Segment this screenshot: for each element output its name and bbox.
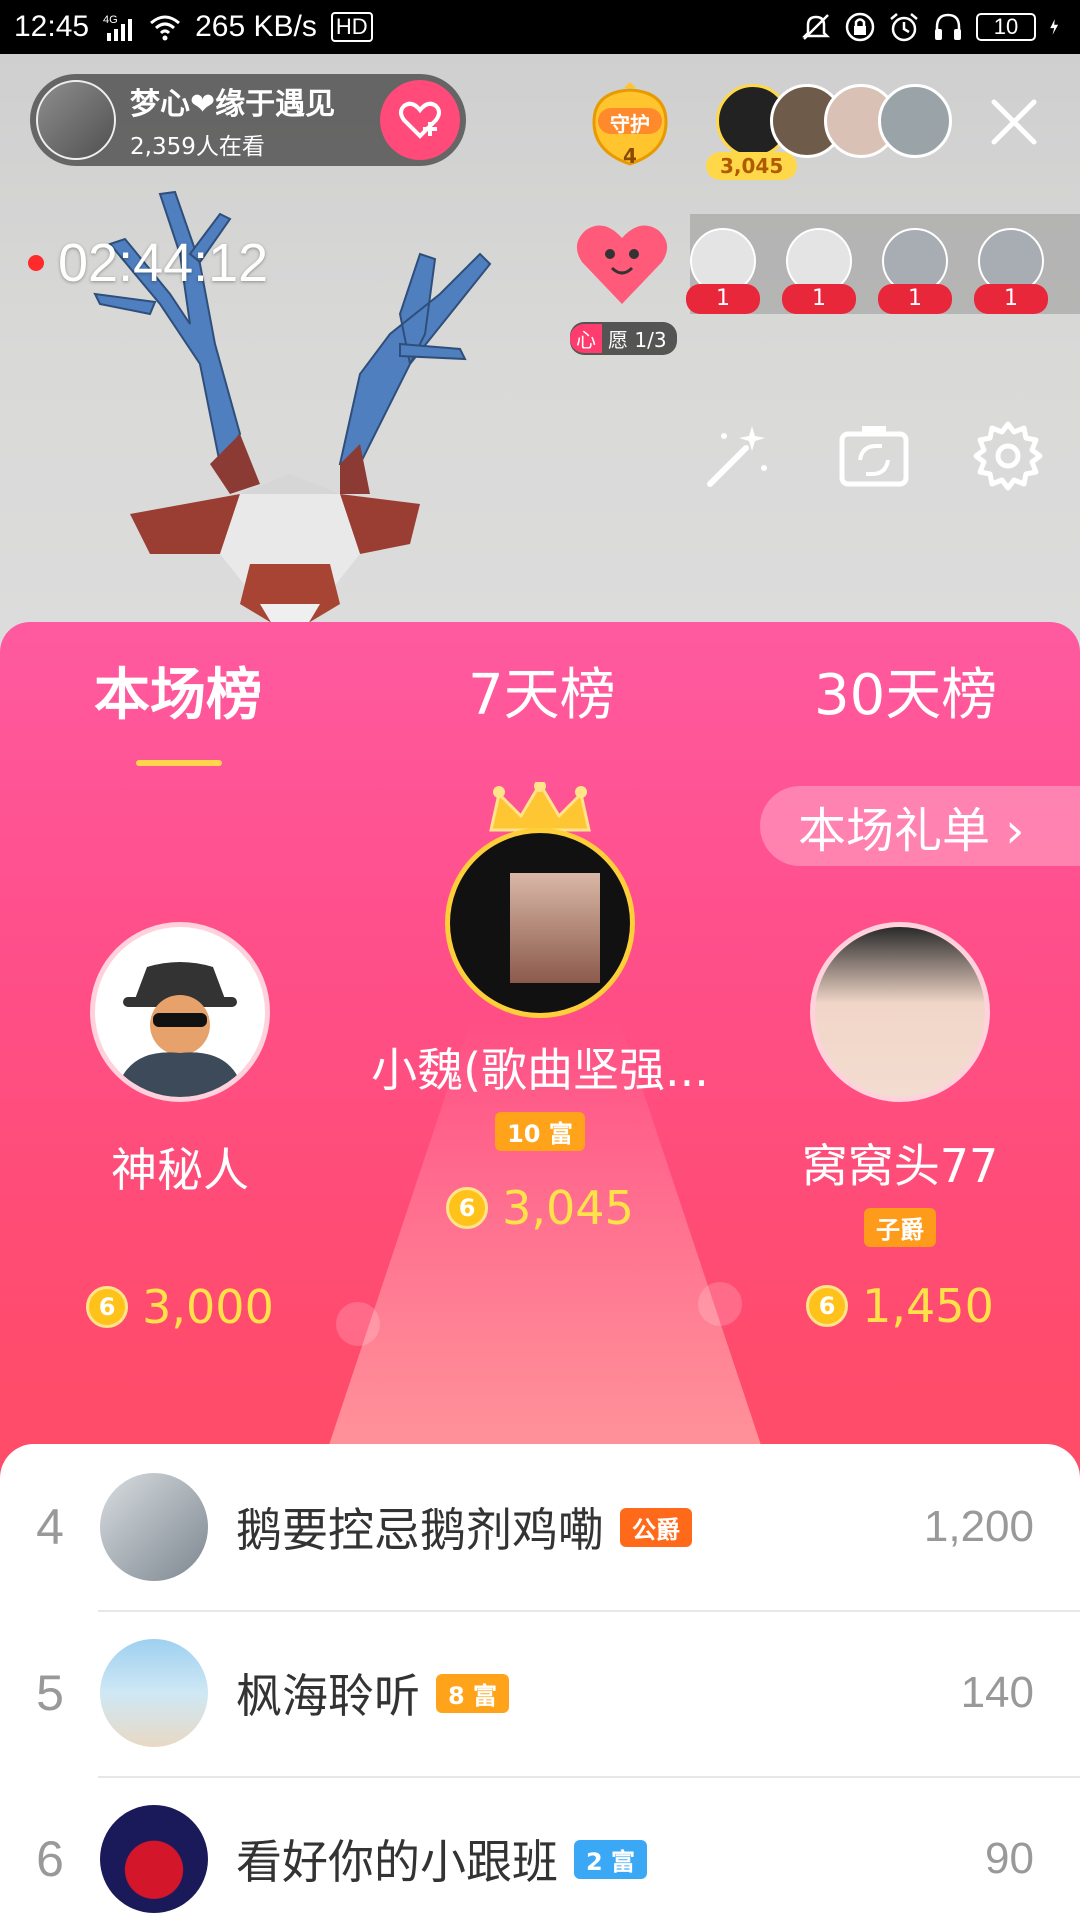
anchor-avatar[interactable] bbox=[36, 80, 116, 160]
third-place-rank-badge: 子爵 bbox=[864, 1208, 936, 1247]
third-place-score: 6 1,450 bbox=[760, 1279, 1040, 1333]
list-rank: 5 bbox=[36, 1665, 64, 1721]
follow-button[interactable] bbox=[380, 80, 460, 160]
live-room-screen: 12:45 4G 265 KB/s HD 10 梦心❤缘于遇见 2,359人在看… bbox=[0, 0, 1080, 1920]
second-place[interactable]: 神秘人 6 3,000 bbox=[40, 922, 320, 1334]
list-name: 枫海聆听 bbox=[236, 1669, 420, 1723]
guard-label: 守护 bbox=[610, 112, 650, 136]
flip-camera-icon[interactable] bbox=[836, 418, 912, 494]
list-name: 看好你的小跟班 bbox=[236, 1835, 558, 1889]
coin-icon: 6 bbox=[86, 1286, 129, 1328]
top-fan-score: 3,045 bbox=[706, 152, 798, 180]
lock-rotation-icon bbox=[845, 12, 875, 42]
list-avatar bbox=[100, 1805, 208, 1913]
list-name: 鹅要控忌鹅剂鸡嘞 bbox=[236, 1503, 604, 1557]
list-wealth-badge: 2 富 bbox=[574, 1839, 648, 1879]
guard-count: 4 bbox=[623, 144, 637, 168]
mute-bell-icon bbox=[801, 14, 831, 40]
list-rank: 4 bbox=[36, 1499, 64, 1555]
gifter-item[interactable]: 1 bbox=[782, 228, 856, 318]
list-item[interactable]: 4 鹅要控忌鹅剂鸡嘞 公爵 1,200 bbox=[0, 1444, 1080, 1610]
second-place-score: 6 3,000 bbox=[40, 1280, 320, 1334]
list-wealth-badge: 8 富 bbox=[436, 1673, 510, 1713]
anchor-name: 梦心❤缘于遇见 bbox=[130, 87, 336, 122]
top-fans-avatars[interactable]: 3,045 bbox=[706, 84, 952, 194]
magic-wand-icon[interactable] bbox=[700, 418, 776, 494]
gifter-item[interactable]: 1 bbox=[686, 228, 760, 318]
list-value: 140 bbox=[960, 1668, 1034, 1717]
leaderboard-tabs: 本场榜 7天榜 30天榜 bbox=[0, 650, 1080, 766]
active-tab-indicator bbox=[136, 760, 222, 766]
list-item[interactable]: 5 枫海聆听 8 富 140 bbox=[0, 1610, 1080, 1776]
live-duration: 02:44:12 bbox=[58, 233, 269, 293]
third-place-avatar bbox=[810, 922, 990, 1102]
rank-list: 4 鹅要控忌鹅剂鸡嘞 公爵 1,200 5 枫海聆听 8 富 140 6 看好你… bbox=[0, 1444, 1080, 1920]
gifter-count: 1 bbox=[974, 284, 1048, 314]
live-video-area[interactable]: 梦心❤缘于遇见 2,359人在看 守护 4 3,045 02:44:12 心 愿… bbox=[0, 54, 1080, 654]
wish-progress[interactable]: 心 愿 1/3 bbox=[570, 322, 677, 355]
deer-head-decoration-image bbox=[93, 190, 492, 654]
alarm-icon bbox=[890, 13, 918, 42]
gifter-count: 1 bbox=[686, 284, 760, 314]
tab-7-days[interactable]: 7天榜 bbox=[468, 650, 616, 731]
second-place-avatar bbox=[90, 922, 270, 1102]
first-place-score-value: 3,045 bbox=[502, 1181, 634, 1235]
second-place-score-value: 3,000 bbox=[142, 1280, 274, 1334]
battery-indicator: 10 bbox=[976, 13, 1036, 41]
list-value: 1,200 bbox=[923, 1502, 1034, 1551]
list-avatar bbox=[100, 1639, 208, 1747]
wish-heart-icon[interactable] bbox=[572, 204, 672, 322]
first-place-score: 6 3,045 bbox=[340, 1181, 740, 1235]
status-time: 12:45 bbox=[14, 10, 90, 43]
second-place-name: 神秘人 bbox=[111, 1143, 249, 1197]
settings-gear-icon[interactable] bbox=[970, 418, 1046, 494]
viewer-count: 2,359人在看 bbox=[130, 134, 265, 160]
first-place-name: 小魏(歌曲坚强... bbox=[371, 1043, 709, 1097]
wish-progress-text: 愿 1/3 bbox=[608, 328, 667, 352]
close-icon[interactable] bbox=[986, 94, 1042, 150]
live-timer: 02:44:12 bbox=[28, 232, 268, 294]
gifter-count: 1 bbox=[782, 284, 856, 314]
first-place[interactable]: 小魏(歌曲坚强... 10 富 6 3,045 bbox=[340, 782, 740, 1235]
coin-icon: 6 bbox=[806, 1285, 849, 1327]
status-bar: 12:45 4G 265 KB/s HD 10 bbox=[0, 0, 1080, 54]
list-avatar bbox=[100, 1473, 208, 1581]
charging-icon bbox=[1050, 19, 1059, 35]
list-rank-badge: 公爵 bbox=[620, 1507, 692, 1547]
network-speed: 265 KB/s bbox=[195, 10, 317, 43]
list-value: 90 bbox=[985, 1834, 1034, 1883]
gift-list-button[interactable]: 本场礼单 › bbox=[760, 786, 1080, 866]
tab-30-days[interactable]: 30天榜 bbox=[814, 650, 997, 731]
third-place[interactable]: 窝窝头77 子爵 6 1,450 bbox=[760, 922, 1040, 1333]
tab-this-session[interactable]: 本场榜 bbox=[94, 650, 262, 731]
headphones-icon bbox=[935, 13, 961, 40]
third-place-name: 窝窝头77 bbox=[801, 1139, 999, 1193]
gifter-item[interactable]: 1 bbox=[878, 228, 952, 318]
svg-text:4G: 4G bbox=[103, 14, 118, 26]
heart-plus-icon bbox=[399, 101, 441, 139]
wish-tag: 心 bbox=[570, 324, 602, 353]
list-rank: 6 bbox=[36, 1831, 64, 1887]
first-place-avatar bbox=[445, 828, 635, 1018]
guard-badge[interactable]: 守护 4 bbox=[584, 82, 676, 182]
gifter-item[interactable]: 1 bbox=[974, 228, 1048, 318]
first-place-wealth-badge: 10 富 bbox=[495, 1112, 585, 1151]
list-item[interactable]: 6 看好你的小跟班 2 富 90 bbox=[0, 1776, 1080, 1920]
mystery-person-icon bbox=[115, 962, 245, 1097]
wifi-icon bbox=[150, 15, 181, 41]
anchor-info-pill[interactable]: 梦心❤缘于遇见 2,359人在看 bbox=[30, 74, 466, 166]
coin-icon: 6 bbox=[446, 1187, 489, 1229]
third-place-score-value: 1,450 bbox=[862, 1279, 994, 1333]
gifter-count: 1 bbox=[878, 284, 952, 314]
recording-dot-icon bbox=[28, 255, 44, 271]
fan-avatar[interactable] bbox=[878, 84, 952, 158]
cellular-signal-icon: 4G bbox=[103, 14, 133, 41]
hd-indicator: HD bbox=[330, 12, 373, 42]
